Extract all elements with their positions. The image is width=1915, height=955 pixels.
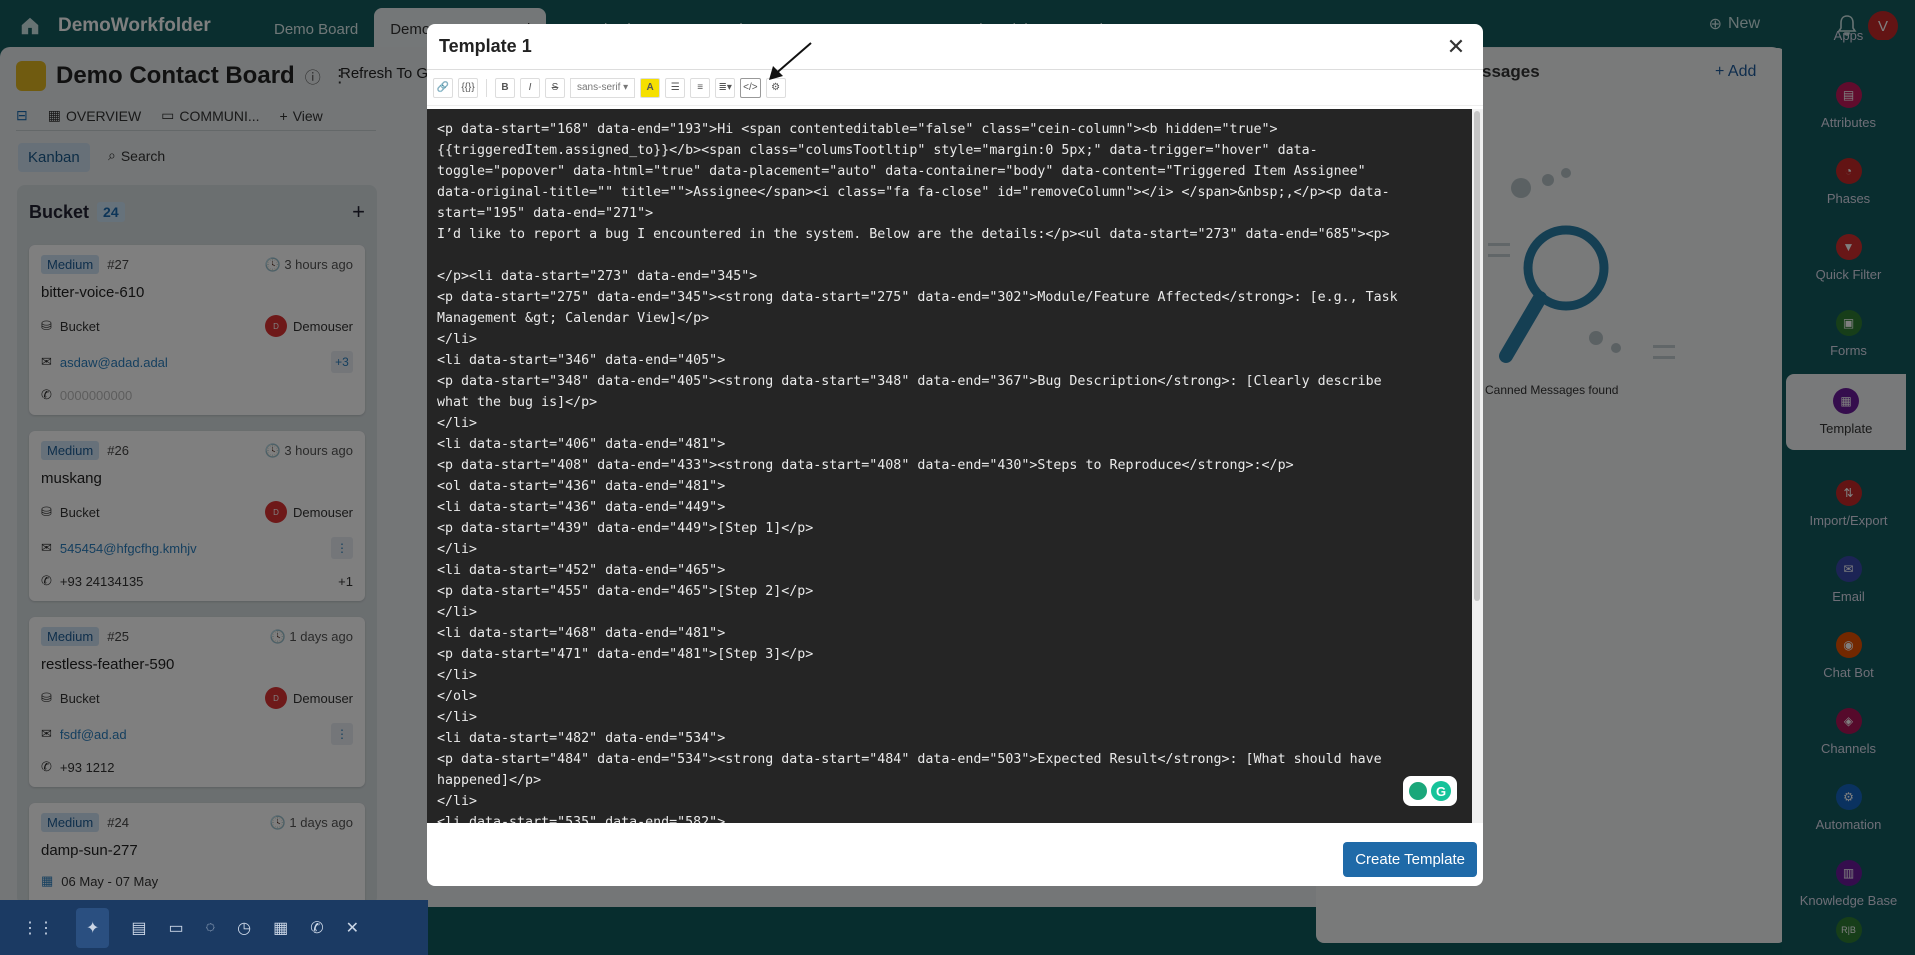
modal-footer: Create Template [427, 840, 1483, 886]
editor-toolbar: 🔗 {{}} B I S sans-serif ▾ A ☰ ≡ ≣▾ </> ⚙ [427, 70, 1483, 106]
card-icon[interactable]: ▭ [169, 918, 184, 938]
calendar-icon[interactable]: ▦ [273, 918, 288, 938]
create-template-button[interactable]: Create Template [1343, 842, 1477, 877]
pin-icon[interactable]: ✕ [346, 918, 359, 938]
scrollbar-thumb[interactable] [1474, 111, 1480, 601]
italic-icon[interactable]: I [520, 77, 540, 98]
annotation-arrow-icon [769, 42, 812, 80]
font-family-select[interactable]: sans-serif ▾ [570, 77, 636, 98]
code-editor[interactable]: <p data-start="168" data-end="193">Hi <s… [427, 109, 1472, 823]
font-family-value: sans-serif [577, 82, 621, 93]
bottom-toolbar: ⋮⋮ ✦ ▤ ▭ ◌ ◷ ▦ ✆ ✕ [0, 900, 428, 955]
modal-header: Template 1 ✕ [427, 24, 1483, 70]
align-icon[interactable]: ≣▾ [715, 77, 736, 98]
help-icon[interactable]: ◌ [206, 919, 216, 937]
numbered-list-icon[interactable]: ≡ [690, 77, 711, 98]
link-icon[interactable]: 🔗 [433, 77, 453, 98]
phone-icon[interactable]: ✆ [310, 918, 323, 938]
apps-grid-icon[interactable]: ⋮⋮ [22, 918, 54, 938]
variable-icon[interactable]: {{}} [458, 77, 478, 98]
grammarly-widget[interactable]: G [1403, 776, 1457, 806]
strikethrough-icon[interactable]: S [545, 77, 565, 98]
ai-sparkle-icon[interactable]: ✦ [76, 907, 110, 948]
modal-title: Template 1 [439, 36, 532, 56]
timer-icon[interactable]: ◷ [237, 918, 251, 938]
bold-icon[interactable]: B [495, 77, 515, 98]
grammarly-icon: G [1431, 781, 1451, 801]
code-view-icon[interactable]: </> [740, 77, 761, 98]
editor-scrollbar[interactable] [1472, 109, 1483, 823]
bulb-icon [1409, 782, 1427, 800]
toolbar-divider [486, 78, 487, 97]
template-html-source[interactable]: <p data-start="168" data-end="193">Hi <s… [437, 119, 1467, 823]
close-icon[interactable]: ✕ [1441, 34, 1471, 60]
notes-icon[interactable]: ▤ [131, 918, 146, 938]
highlight-color-icon[interactable]: A [640, 77, 661, 98]
bullet-list-icon[interactable]: ☰ [665, 77, 686, 98]
template-modal: Template 1 ✕ 🔗 {{}} B I S sans-serif ▾ A… [427, 24, 1483, 886]
